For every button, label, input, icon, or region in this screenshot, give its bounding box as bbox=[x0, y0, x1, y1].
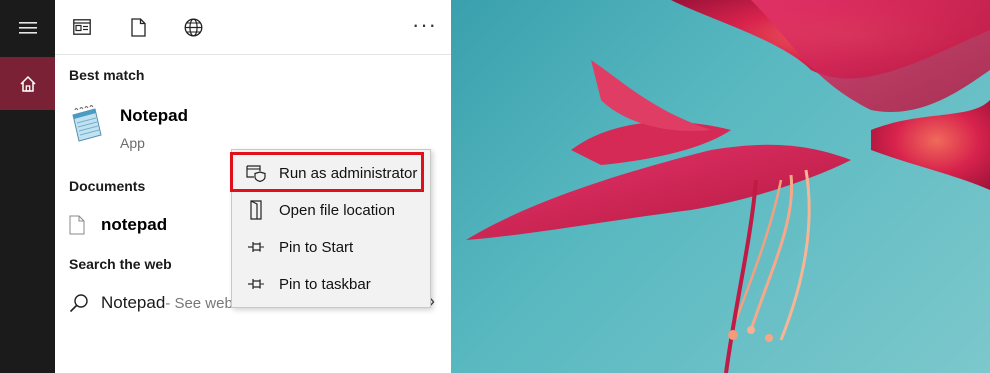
document-result[interactable]: notepad bbox=[69, 210, 167, 240]
web-filter-button[interactable] bbox=[178, 12, 208, 42]
documents-heading: Documents bbox=[69, 178, 146, 194]
context-menu: Run as administrator Open file location bbox=[230, 149, 431, 308]
hamburger-icon bbox=[18, 21, 37, 34]
flower-image bbox=[466, 0, 990, 373]
menu-item-run-as-administrator[interactable]: Run as administrator bbox=[232, 156, 430, 190]
search-toolbar: ··· bbox=[55, 0, 451, 55]
search-web-heading: Search the web bbox=[69, 256, 172, 272]
left-rail bbox=[0, 0, 55, 373]
search-icon bbox=[69, 294, 88, 313]
desktop-wallpaper-photo bbox=[451, 0, 990, 373]
menu-item-label: Run as administrator bbox=[279, 164, 418, 182]
file-icon bbox=[69, 215, 85, 235]
documents-filter-button[interactable] bbox=[123, 12, 153, 42]
more-options-button[interactable]: ··· bbox=[412, 10, 437, 40]
menu-item-label: Open file location bbox=[279, 201, 395, 219]
notepad-app-icon bbox=[72, 105, 102, 142]
search-results-panel: ··· Best match Notepad App Documents not… bbox=[55, 0, 452, 373]
web-query-text: Notepad bbox=[101, 293, 166, 312]
menu-item-pin-to-start[interactable]: Pin to Start bbox=[232, 230, 430, 264]
apps-view-icon bbox=[73, 19, 91, 35]
document-name: notepad bbox=[101, 215, 168, 234]
shield-window-icon bbox=[246, 163, 266, 183]
app-name: Notepad bbox=[120, 106, 188, 125]
apps-filter-button[interactable] bbox=[67, 12, 97, 42]
hamburger-menu-button[interactable] bbox=[0, 0, 55, 55]
home-button[interactable] bbox=[0, 57, 55, 110]
menu-item-label: Pin to Start bbox=[279, 238, 354, 256]
menu-item-label: Pin to taskbar bbox=[279, 275, 371, 293]
pin-icon bbox=[246, 237, 266, 257]
folder-open-icon bbox=[246, 200, 266, 220]
app-type-label: App bbox=[120, 135, 145, 151]
pin-icon bbox=[246, 274, 266, 294]
menu-item-open-file-location[interactable]: Open file location bbox=[232, 193, 430, 227]
best-match-heading: Best match bbox=[69, 67, 145, 83]
home-icon bbox=[19, 75, 36, 92]
menu-item-pin-to-taskbar[interactable]: Pin to taskbar bbox=[232, 267, 430, 301]
web-globe-icon bbox=[184, 18, 202, 36]
document-icon bbox=[130, 17, 146, 37]
